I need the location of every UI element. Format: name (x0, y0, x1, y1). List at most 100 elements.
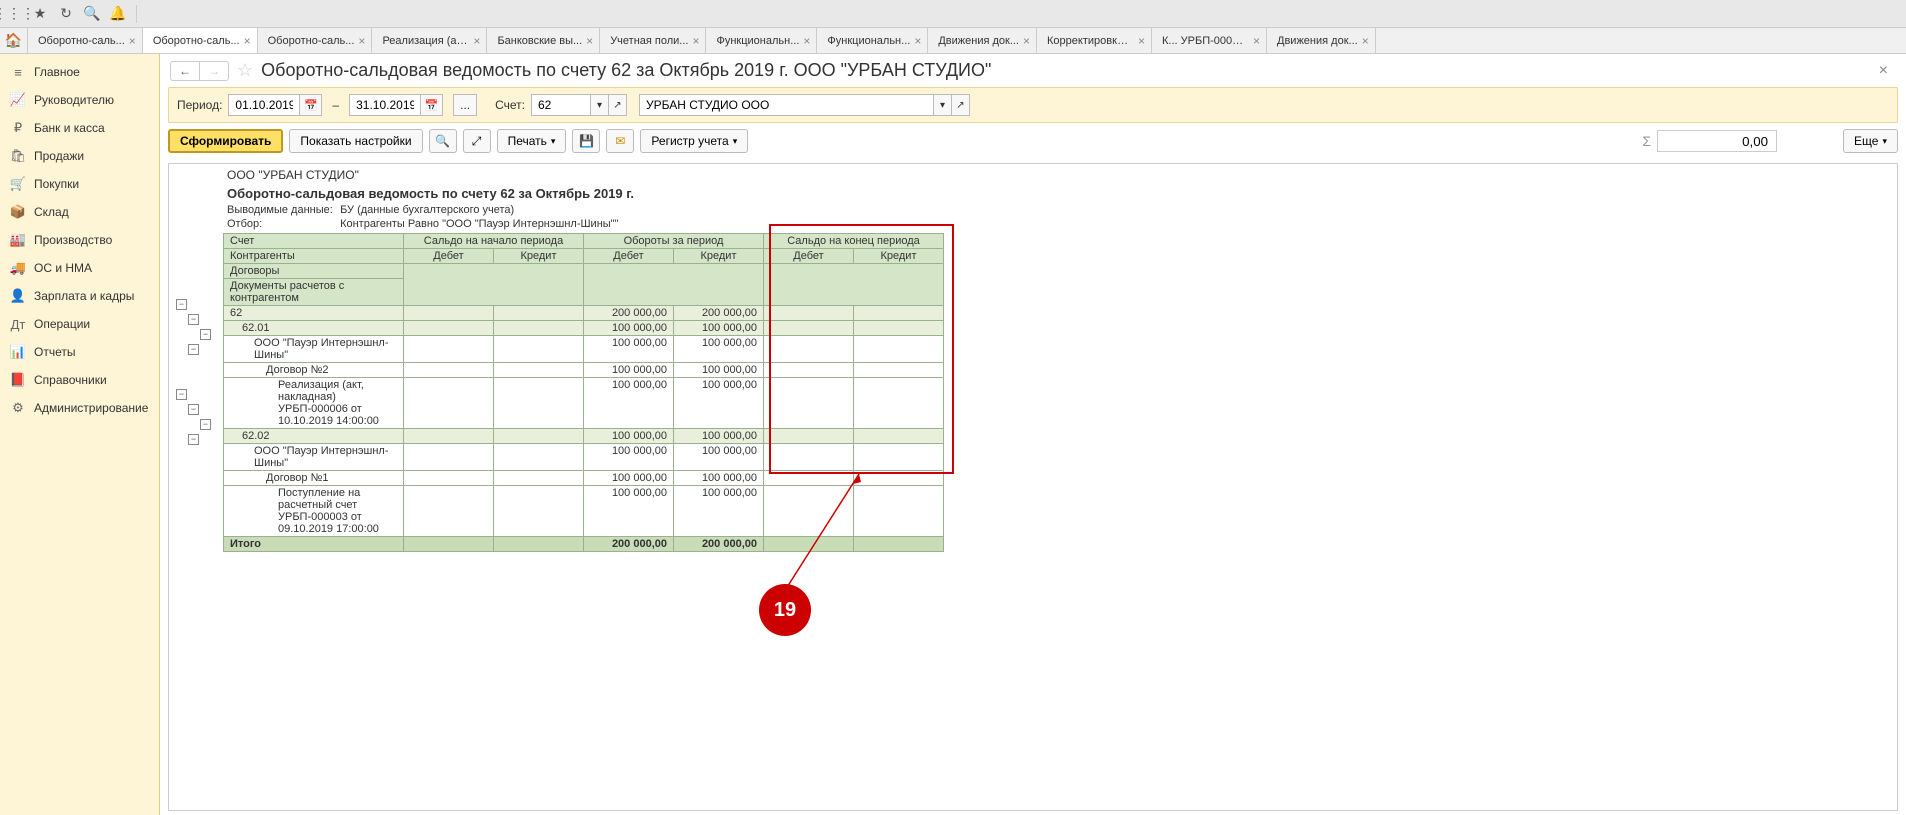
table-row[interactable]: 62200 000,00200 000,00 (224, 306, 944, 321)
nav-icon: 🏭 (10, 232, 26, 248)
tab-1[interactable]: Оборотно-саль...× (143, 28, 258, 53)
content-area: ← → ☆ Оборотно-сальдовая ведомость по сч… (160, 54, 1906, 815)
print-button[interactable]: Печать (497, 129, 567, 153)
tree-toggle-icon[interactable]: − (188, 434, 199, 445)
tab-close-icon[interactable]: × (1362, 34, 1369, 48)
back-button[interactable]: ← (171, 62, 200, 80)
table-row[interactable]: Реализация (акт, накладная) УРБП-000006 … (224, 378, 944, 429)
tab-close-icon[interactable]: × (1138, 34, 1145, 48)
calendar-from-icon[interactable]: 📅 (300, 94, 322, 116)
tree-toggle-icon[interactable]: − (176, 389, 187, 400)
org-input[interactable] (639, 94, 934, 116)
tab-close-icon[interactable]: × (1023, 34, 1030, 48)
date-to-input[interactable] (349, 94, 421, 116)
nav-item-9[interactable]: ДтОперации (0, 310, 159, 338)
action-bar: Сформировать Показать настройки 🔍 ⤢ Печа… (168, 129, 1898, 153)
sum-input[interactable] (1657, 130, 1777, 152)
tab-8[interactable]: Движения док...× (928, 28, 1037, 53)
account-input[interactable] (531, 94, 591, 116)
nav-item-12[interactable]: ⚙Администрирование (0, 394, 159, 422)
nav-item-4[interactable]: 🛒Покупки (0, 170, 159, 198)
tree-toggle-icon[interactable]: − (200, 329, 211, 340)
table-row[interactable]: ООО "Пауэр Интернэшнл-Шины"100 000,00100… (224, 444, 944, 471)
tab-close-icon[interactable]: × (129, 34, 136, 48)
nav-item-2[interactable]: ₽Банк и касса (0, 114, 159, 142)
forward-button[interactable]: → (200, 62, 228, 80)
tab-close-icon[interactable]: × (914, 34, 921, 48)
tab-close-icon[interactable]: × (803, 34, 810, 48)
table-row[interactable]: Договор №1100 000,00100 000,00 (224, 471, 944, 486)
nav-item-3[interactable]: 🛍Продажи (0, 142, 159, 170)
save-button[interactable]: 💾 (572, 129, 600, 153)
close-page-button[interactable]: × (1871, 62, 1896, 80)
table-row[interactable]: Поступление на расчетный счет УРБП-00000… (224, 486, 944, 537)
table-row[interactable]: 62.02100 000,00100 000,00 (224, 429, 944, 444)
nav-icon: 📈 (10, 92, 26, 108)
tab-7[interactable]: Функциональн...× (817, 28, 928, 53)
tab-3[interactable]: Реализация (ак...× (372, 28, 487, 53)
bell-icon[interactable]: 🔔 (108, 4, 128, 24)
table-row[interactable]: Итого200 000,00200 000,00 (224, 537, 944, 552)
nav-item-6[interactable]: 🏭Производство (0, 226, 159, 254)
nav-item-7[interactable]: 🚚ОС и НМА (0, 254, 159, 282)
account-label: Счет: (495, 98, 525, 112)
account-dropdown-icon[interactable]: ▾ (591, 94, 609, 116)
history-icon[interactable]: ↻ (56, 4, 76, 24)
tab-11[interactable]: Движения док...× (1267, 28, 1376, 53)
apps-icon[interactable]: ⋮⋮⋮ (4, 4, 24, 24)
nav-item-5[interactable]: 📦Склад (0, 198, 159, 226)
tab-close-icon[interactable]: × (692, 34, 699, 48)
nav-item-10[interactable]: 📊Отчеты (0, 338, 159, 366)
tab-close-icon[interactable]: × (358, 34, 365, 48)
org-dropdown-icon[interactable]: ▾ (934, 94, 952, 116)
tab-0[interactable]: Оборотно-саль...× (28, 28, 143, 53)
more-button[interactable]: Еще (1843, 129, 1898, 153)
nav-item-11[interactable]: 📕Справочники (0, 366, 159, 394)
generate-button[interactable]: Сформировать (168, 129, 283, 153)
report-table: СчетСальдо на начало периодаОбороты за п… (223, 233, 944, 552)
period-picker-button[interactable]: ... (453, 94, 477, 116)
tab-9[interactable]: Корректировка ...× (1037, 28, 1152, 53)
tab-5[interactable]: Учетная поли...× (600, 28, 706, 53)
tab-close-icon[interactable]: × (1253, 34, 1260, 48)
register-button[interactable]: Регистр учета (640, 129, 748, 153)
nav-item-1[interactable]: 📈Руководителю (0, 86, 159, 114)
filter-bar: Период: 📅 – 📅 ... Счет: ▾ ↗ ▾ ↗ (168, 87, 1898, 123)
org-open-icon[interactable]: ↗ (952, 94, 970, 116)
calendar-to-icon[interactable]: 📅 (421, 94, 443, 116)
tree-toggle-icon[interactable]: − (188, 404, 199, 415)
table-row[interactable]: ООО "Пауэр Интернэшнл-Шины"100 000,00100… (224, 336, 944, 363)
nav-item-8[interactable]: 👤Зарплата и кадры (0, 282, 159, 310)
star-icon[interactable]: ★ (30, 4, 50, 24)
nav-icon: 🛍 (10, 148, 26, 164)
find-button[interactable]: 🔍 (429, 129, 457, 153)
table-row[interactable]: Договор №2100 000,00100 000,00 (224, 363, 944, 378)
report-org: ООО "УРБАН СТУДИО" (223, 166, 1895, 184)
tree-toggle-icon[interactable]: − (200, 419, 211, 430)
tab-close-icon[interactable]: × (586, 34, 593, 48)
email-button[interactable]: ✉ (606, 129, 634, 153)
nav-item-0[interactable]: ≡Главное (0, 58, 159, 86)
tab-close-icon[interactable]: × (473, 34, 480, 48)
show-settings-button[interactable]: Показать настройки (289, 129, 422, 153)
nav-icon: ≡ (10, 64, 26, 80)
tab-6[interactable]: Функциональн...× (706, 28, 817, 53)
date-from-input[interactable] (228, 94, 300, 116)
tab-4[interactable]: Банковские вы...× (487, 28, 600, 53)
expand-button[interactable]: ⤢ (463, 129, 491, 153)
search-icon[interactable]: 🔍 (82, 4, 102, 24)
sidebar: ≡Главное📈Руководителю₽Банк и касса🛍Прода… (0, 54, 160, 815)
account-open-icon[interactable]: ↗ (609, 94, 627, 116)
table-row[interactable]: 62.01100 000,00100 000,00 (224, 321, 944, 336)
nav-icon: 🛒 (10, 176, 26, 192)
tab-10[interactable]: К... УРБП-000001× (1152, 28, 1267, 53)
tab-2[interactable]: Оборотно-саль...× (258, 28, 373, 53)
tree-toggle-icon[interactable]: − (188, 314, 199, 325)
tree-toggle-icon[interactable]: − (176, 299, 187, 310)
filter-label-txt: Отбор: (227, 218, 337, 230)
home-tab-icon[interactable]: 🏠 (0, 28, 28, 53)
tree-toggle-icon[interactable]: − (188, 344, 199, 355)
favorite-star-icon[interactable]: ☆ (237, 60, 253, 81)
tab-close-icon[interactable]: × (244, 34, 251, 48)
page-title: Оборотно-сальдовая ведомость по счету 62… (261, 60, 991, 81)
